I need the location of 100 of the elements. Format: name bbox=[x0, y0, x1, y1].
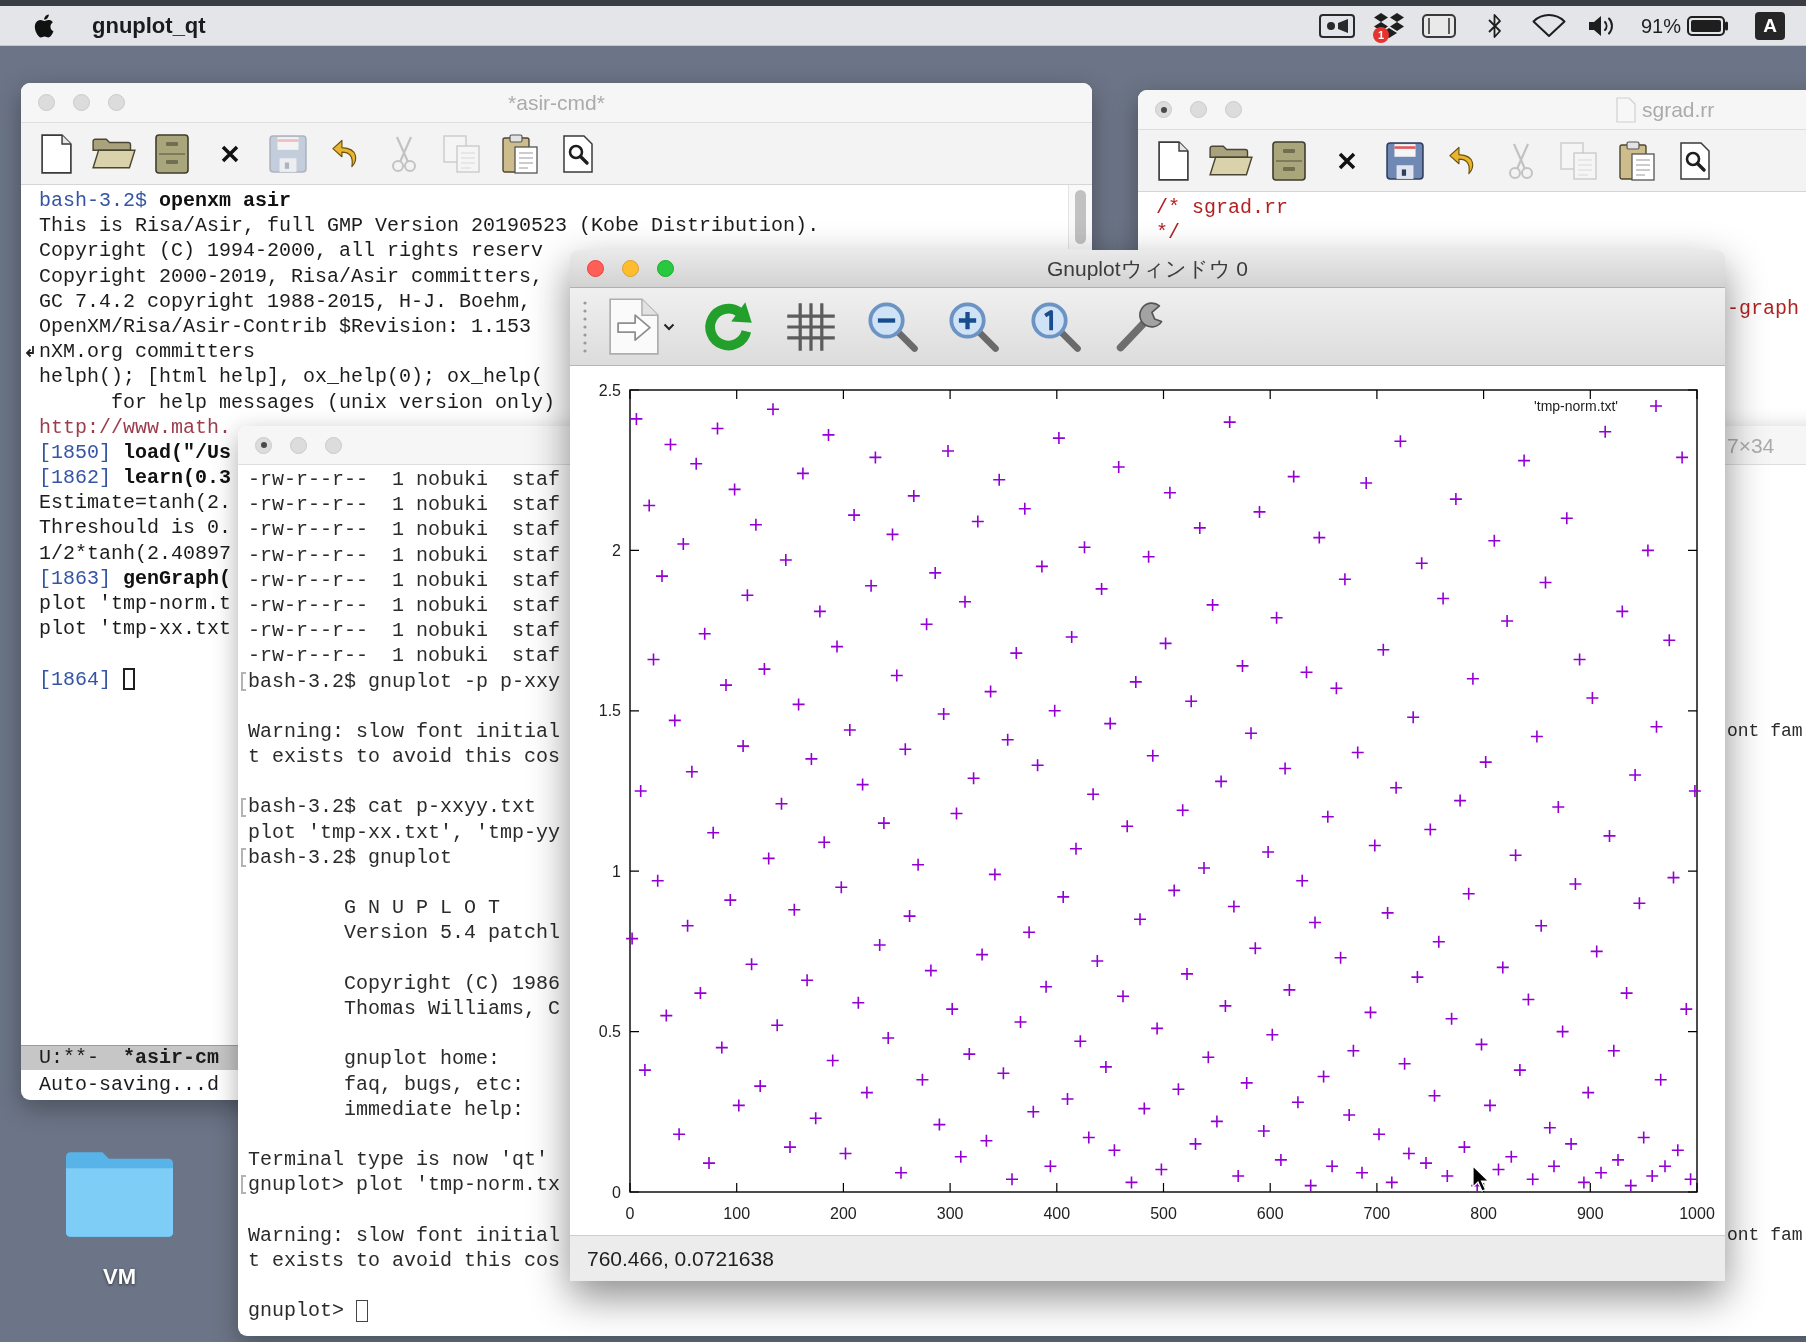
data-point bbox=[1210, 1114, 1224, 1129]
folder-icon bbox=[1209, 144, 1253, 177]
console-line: ont fam bbox=[1727, 1223, 1803, 1247]
data-point bbox=[1248, 941, 1263, 955]
close-button[interactable] bbox=[255, 436, 272, 454]
data-point bbox=[830, 639, 844, 654]
console-line: nXM.org committers bbox=[39, 339, 256, 365]
battery-icon[interactable] bbox=[1687, 15, 1729, 36]
data-point bbox=[1086, 787, 1100, 801]
data-point bbox=[757, 662, 772, 676]
data-point bbox=[988, 867, 1002, 882]
app-menu[interactable]: gnuplot_qt bbox=[92, 14, 206, 37]
display-icon[interactable] bbox=[1421, 13, 1456, 38]
data-point bbox=[864, 578, 878, 593]
y-tick-label: 2.5 bbox=[598, 381, 621, 399]
data-point bbox=[877, 816, 891, 830]
input-source-menu[interactable]: A bbox=[1755, 11, 1785, 40]
data-point bbox=[629, 412, 644, 426]
data-point bbox=[817, 835, 831, 850]
scrollbar-thumb[interactable] bbox=[1075, 190, 1086, 244]
data-point bbox=[1269, 611, 1284, 625]
data-point bbox=[1342, 1108, 1356, 1122]
data-point bbox=[1385, 1175, 1399, 1190]
data-point bbox=[1461, 886, 1476, 901]
data-point bbox=[1018, 501, 1032, 516]
data-point bbox=[1278, 761, 1292, 776]
data-point bbox=[1508, 848, 1523, 862]
data-point bbox=[1414, 556, 1429, 570]
x-tick-label: 900 bbox=[1576, 1205, 1604, 1222]
console-line: gnuplot> plot 'tmp-norm.tx bbox=[248, 1172, 561, 1198]
volume-icon[interactable] bbox=[1587, 13, 1616, 38]
data-point bbox=[1257, 1124, 1271, 1138]
y-tick-label: 2 bbox=[612, 541, 621, 559]
code-line: */ bbox=[1156, 220, 1180, 246]
data-point bbox=[697, 627, 712, 641]
x-tick-label: 700 bbox=[1363, 1205, 1391, 1222]
window-title: *asir-cmd* bbox=[508, 92, 605, 113]
data-point bbox=[638, 1063, 652, 1077]
data-point bbox=[642, 498, 656, 513]
data-point bbox=[881, 1031, 895, 1045]
data-point bbox=[1491, 1162, 1506, 1177]
console-line: bash-3.2$ gnuplot -p p-xxy bbox=[248, 668, 561, 694]
data-point bbox=[949, 806, 964, 821]
data-point bbox=[770, 1018, 784, 1032]
data-point bbox=[1090, 954, 1105, 968]
data-point bbox=[996, 1066, 1011, 1081]
data-point bbox=[1619, 986, 1634, 1000]
video-camera-icon[interactable] bbox=[1318, 13, 1355, 38]
folder-icon[interactable] bbox=[66, 1152, 173, 1237]
console-line: plot 'tmp-norm.t bbox=[39, 591, 232, 617]
data-point bbox=[659, 1008, 674, 1023]
data-point bbox=[1158, 636, 1173, 651]
data-point bbox=[800, 973, 814, 988]
data-point bbox=[753, 1079, 767, 1093]
x-tick-label: 400 bbox=[1043, 1205, 1071, 1222]
data-point bbox=[787, 902, 802, 917]
data-point bbox=[1154, 1162, 1169, 1177]
data-point bbox=[779, 553, 793, 567]
data-point bbox=[1146, 748, 1160, 763]
scrollbar[interactable] bbox=[1068, 185, 1092, 249]
console-line: t exists to avoid this cos bbox=[248, 1247, 561, 1273]
data-point bbox=[1026, 1105, 1041, 1119]
bluetooth-icon[interactable] bbox=[1487, 12, 1502, 39]
console-line: GC 7.4.2 copyright 1988-2015, H-J. Boehm, bbox=[39, 288, 532, 314]
y-tick-label: 0.5 bbox=[598, 1023, 621, 1041]
wifi-icon[interactable] bbox=[1531, 13, 1566, 38]
data-point bbox=[796, 466, 810, 481]
data-point bbox=[1265, 1028, 1280, 1042]
data-point bbox=[1607, 1044, 1621, 1058]
window-title: sgrad.rr bbox=[1642, 99, 1715, 120]
console-line: [1864] bbox=[39, 666, 112, 692]
console-line: Estimate=tanh(2. bbox=[39, 490, 232, 516]
console-line: -rw-r--r-- 1 nobuki staf bbox=[248, 492, 561, 518]
notification-badge: 1 bbox=[1372, 27, 1389, 43]
data-point bbox=[1410, 970, 1425, 984]
folder-label[interactable]: VM bbox=[103, 1266, 136, 1288]
data-point bbox=[1662, 633, 1677, 647]
y-tick-label: 0 bbox=[612, 1183, 621, 1201]
console-line: bash-3.2$ cat p-xxyy.txt bbox=[248, 794, 537, 820]
data-point bbox=[1120, 819, 1134, 834]
data-point bbox=[941, 444, 955, 458]
data-point bbox=[825, 1053, 840, 1068]
data-point bbox=[783, 1140, 797, 1154]
data-point bbox=[1628, 768, 1642, 782]
console-line: -rw-r--r-- 1 nobuki staf bbox=[248, 567, 561, 593]
data-point bbox=[1261, 845, 1275, 859]
console-line: [1850] load("/Us bbox=[39, 439, 232, 466]
data-point bbox=[1679, 1002, 1694, 1016]
apple-logo-icon[interactable] bbox=[34, 13, 54, 38]
data-point bbox=[633, 784, 648, 798]
data-point bbox=[1043, 1159, 1058, 1174]
data-point bbox=[732, 1098, 746, 1113]
data-point bbox=[1372, 1127, 1386, 1142]
data-point bbox=[1355, 1166, 1369, 1180]
clipboard-icon bbox=[1619, 140, 1655, 181]
console-line: gnuplot home: bbox=[343, 1046, 501, 1072]
data-point bbox=[1436, 591, 1450, 606]
data-point bbox=[966, 771, 981, 785]
console-line: http://www.math. bbox=[39, 414, 232, 440]
close-button[interactable] bbox=[1155, 101, 1172, 118]
